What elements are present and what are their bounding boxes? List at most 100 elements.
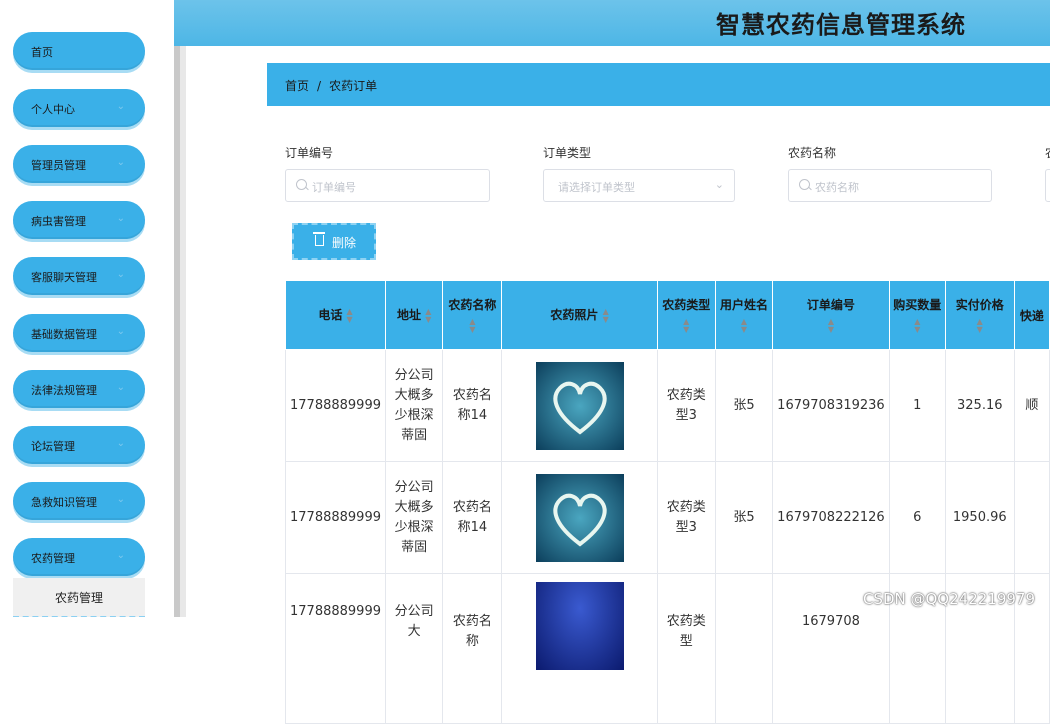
sidebar-item-law-management[interactable]: 法律法规管理 ⌄	[13, 370, 145, 408]
cell-pesticide-name: 农药名称	[442, 573, 503, 724]
sidebar-item-chat-management[interactable]: 客服聊天管理 ⌄	[13, 257, 145, 295]
pesticide-photo-image[interactable]	[535, 582, 624, 670]
system-title: 智慧农药信息管理系统	[716, 11, 966, 39]
breadcrumb-home-link[interactable]: 首页	[285, 79, 309, 93]
sidebar-item-label: 急救知识管理	[31, 496, 97, 509]
chevron-down-icon: ⌄	[116, 157, 125, 168]
pesticide-name-input[interactable]: 农药名称	[788, 169, 992, 202]
column-header-express[interactable]: 快递	[1013, 280, 1050, 350]
column-header-label: 农药照片	[550, 308, 599, 323]
column-header-order-no[interactable]: 订单编号 ▲ ▼	[772, 280, 890, 350]
order-no-input[interactable]: 订单编号	[285, 169, 490, 202]
column-header-user-name[interactable]: 用户姓名 ▲ ▼	[714, 280, 774, 350]
search-icon	[799, 179, 810, 190]
csdn-watermark: CSDN @QQ242219979	[862, 590, 1035, 608]
sidebar-item-label: 基础数据管理	[31, 328, 97, 341]
cell-pesticide-photo	[501, 573, 658, 724]
delete-button-label: 删除	[332, 236, 357, 250]
column-header-phone[interactable]: 电话 ▲ ▼	[285, 280, 386, 350]
sidebar-item-label: 首页	[31, 46, 53, 59]
sidebar-item-pest-management[interactable]: 病虫害管理 ⌄	[13, 201, 145, 239]
chevron-down-icon: ⌄	[714, 178, 724, 191]
column-header-label: 电话	[318, 308, 343, 323]
divider	[180, 46, 186, 617]
cell-paid-price: 325.16	[944, 349, 1015, 462]
column-header-label: 农药类型	[662, 298, 711, 312]
cell-address: 分公司大	[384, 573, 444, 724]
column-header-address[interactable]: 地址 ▲ ▼	[384, 280, 444, 350]
chevron-down-icon: ⌄	[116, 269, 125, 280]
cell-pesticide-type: 农药类型3	[656, 349, 716, 462]
column-header-label: 订单编号	[806, 298, 855, 312]
column-header-label: 农药名称	[448, 298, 497, 312]
sidebar-item-basic-data[interactable]: 基础数据管理 ⌄	[13, 314, 145, 352]
sort-icon: ▲ ▼	[469, 317, 476, 334]
table-row: 17788889999 分公司大概多少根深蒂固 农药名称14 农药类型3 张5 …	[285, 349, 1050, 462]
table-header-row: 电话 ▲ ▼ 地址 ▲ ▼ 农药名称 ▲ ▼ 农药照片 ▲ ▼ 农药类型 ▲ ▼ 用户姓名 ▲ ▼…	[285, 280, 1050, 350]
sort-icon: ▲ ▼	[683, 317, 690, 334]
sort-icon: ▲ ▼	[346, 306, 353, 324]
pesticide-photo-image[interactable]	[535, 361, 624, 450]
cell-quantity: 6	[888, 461, 946, 574]
sidebar-item-personal-center[interactable]: 个人中心 ⌄	[13, 89, 145, 127]
column-header-label: 实付价格	[955, 298, 1004, 312]
cell-address: 分公司大概多少根深蒂固	[384, 461, 444, 574]
orders-table: 电话 ▲ ▼ 地址 ▲ ▼ 农药名称 ▲ ▼ 农药照片 ▲ ▼ 农药类型 ▲ ▼ 用户姓名 ▲ ▼…	[285, 280, 1050, 724]
breadcrumb: 首页 / 农药订单	[267, 63, 1050, 106]
sidebar: 首页 个人中心 ⌄ 管理员管理 ⌄ 病虫害管理 ⌄ 客服聊天管理 ⌄ 基础数据管…	[0, 0, 174, 617]
chevron-down-icon: ⌄	[116, 438, 125, 449]
pesticide-name-placeholder: 农药名称	[815, 181, 859, 194]
cell-express	[1013, 461, 1050, 574]
sidebar-item-label: 客服聊天管理	[31, 271, 97, 284]
filter-label-partial: 农	[1045, 144, 1050, 161]
sidebar-item-pesticide-management[interactable]: 农药管理 ⌄	[13, 538, 145, 576]
column-header-label: 快递	[1019, 308, 1044, 323]
cell-pesticide-name: 农药名称14	[442, 349, 503, 462]
search-icon	[296, 179, 307, 190]
cell-pesticide-type: 农药类型	[656, 573, 716, 724]
chevron-down-icon: ⌄	[116, 550, 125, 561]
sidebar-item-label: 病虫害管理	[31, 215, 86, 228]
column-header-paid-price[interactable]: 实付价格 ▲ ▼	[944, 280, 1015, 350]
column-header-label: 购买数量	[893, 298, 942, 312]
order-type-select[interactable]: 请选择订单类型 ⌄	[543, 169, 735, 202]
sidebar-item-label: 论坛管理	[31, 440, 75, 453]
sidebar-item-admin-management[interactable]: 管理员管理 ⌄	[13, 145, 145, 183]
sidebar-subitem-label: 农药管理	[54, 591, 103, 605]
table-row: 17788889999 分公司大概多少根深蒂固 农药名称14 农药类型3 张5 …	[285, 461, 1050, 574]
column-header-quantity[interactable]: 购买数量 ▲ ▼	[888, 280, 946, 350]
sidebar-item-first-aid[interactable]: 急救知识管理 ⌄	[13, 482, 145, 520]
cell-user-name	[714, 573, 774, 724]
cell-phone: 17788889999	[285, 349, 386, 462]
cell-user-name: 张5	[714, 461, 774, 574]
chevron-down-icon: ⌄	[116, 382, 125, 393]
column-header-label: 用户姓名	[719, 298, 768, 312]
order-no-label: 订单编号	[285, 146, 334, 160]
sidebar-item-label: 个人中心	[31, 103, 75, 116]
cell-express: 顺	[1013, 349, 1050, 462]
pesticide-name-label: 农药名称	[788, 146, 837, 160]
sidebar-subitem-pesticide-management[interactable]: 农药管理	[13, 578, 145, 617]
sidebar-item-forum-management[interactable]: 论坛管理 ⌄	[13, 426, 145, 464]
filter-input-partial[interactable]	[1045, 169, 1050, 202]
sidebar-item-home[interactable]: 首页	[13, 32, 145, 70]
cell-user-name: 张5	[714, 349, 774, 462]
column-header-pesticide-photo[interactable]: 农药照片 ▲ ▼	[501, 280, 658, 350]
trash-icon	[313, 232, 325, 246]
order-no-placeholder: 订单编号	[312, 181, 356, 194]
sort-icon: ▲ ▼	[976, 317, 983, 334]
sort-icon: ▲ ▼	[827, 317, 835, 334]
delete-button[interactable]: 删除	[292, 223, 376, 260]
sort-icon: ▲ ▼	[914, 317, 921, 334]
column-header-label: 地址	[397, 308, 422, 323]
chevron-down-icon: ⌄	[116, 213, 125, 224]
pesticide-photo-image[interactable]	[535, 473, 624, 562]
sort-icon: ▲ ▼	[602, 306, 609, 324]
cell-phone: 17788889999	[285, 461, 386, 574]
column-header-pesticide-name[interactable]: 农药名称 ▲ ▼	[442, 280, 503, 350]
column-header-pesticide-type[interactable]: 农药类型 ▲ ▼	[656, 280, 716, 350]
chevron-down-icon: ⌄	[116, 494, 125, 505]
cell-order-no: 1679708319236	[772, 349, 890, 462]
sort-icon: ▲ ▼	[740, 317, 748, 334]
chevron-down-icon: ⌄	[116, 101, 125, 112]
